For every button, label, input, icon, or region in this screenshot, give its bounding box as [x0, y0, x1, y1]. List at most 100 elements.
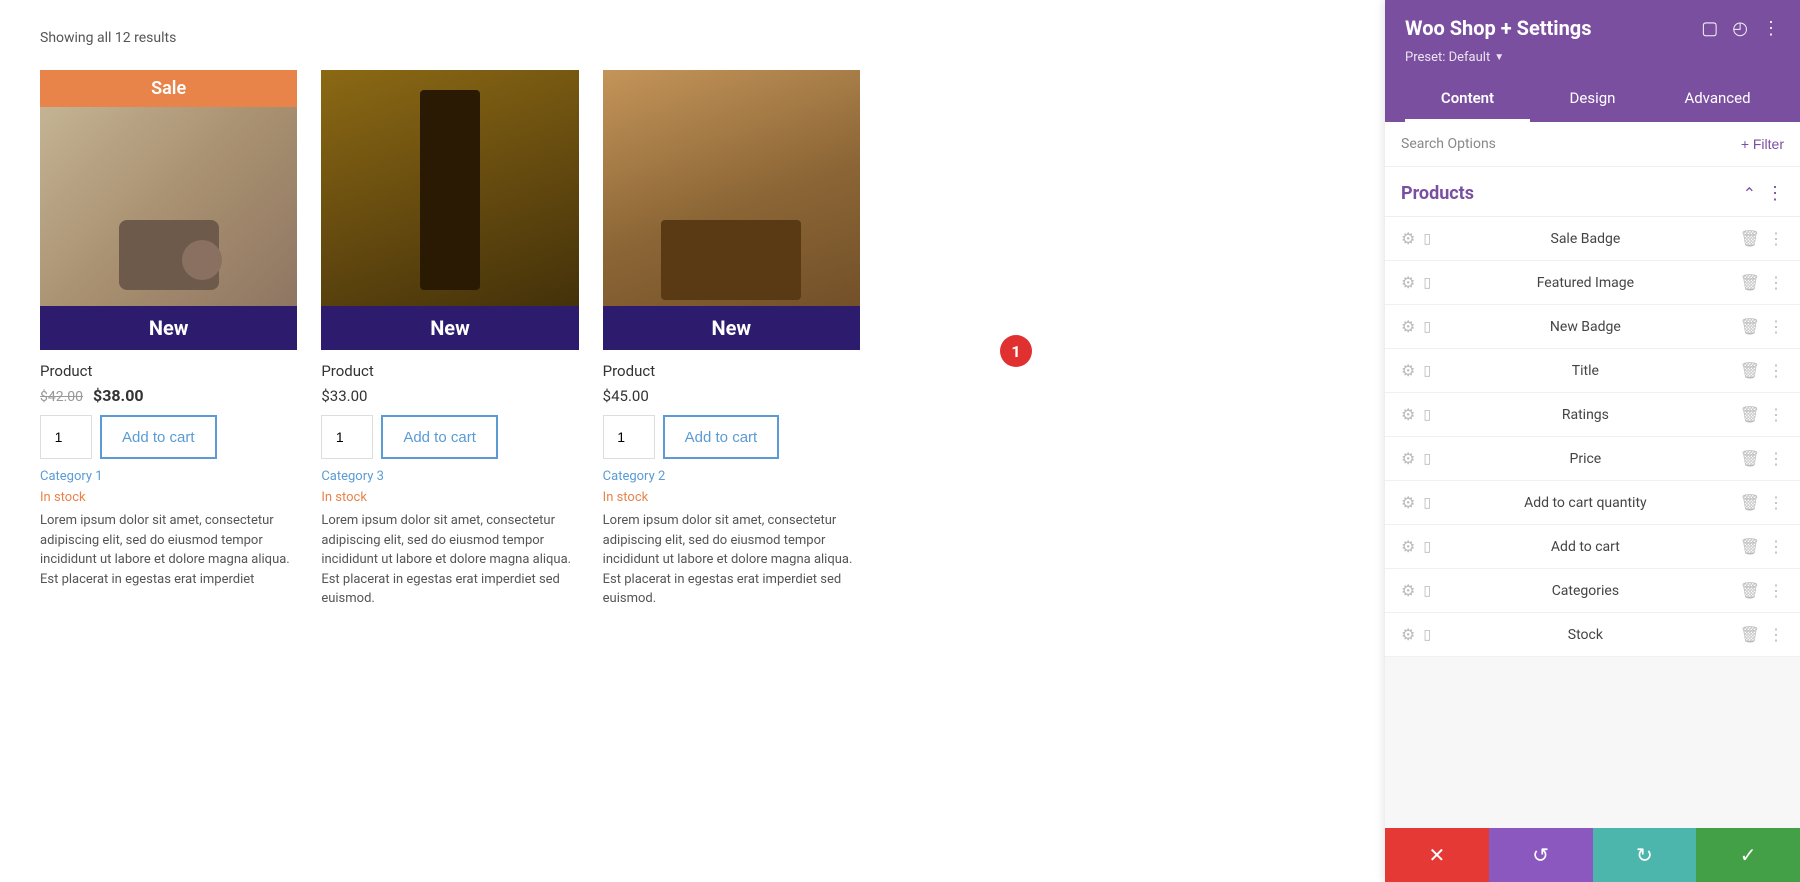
gear-icon-new-badge[interactable]: ⚙: [1401, 317, 1415, 336]
gear-icon-stock[interactable]: ⚙: [1401, 625, 1415, 644]
gear-icon-featured-image[interactable]: ⚙: [1401, 273, 1415, 292]
delete-icon-new-badge[interactable]: 🗑: [1740, 317, 1760, 336]
delete-icon-add-to-cart[interactable]: 🗑: [1740, 537, 1760, 556]
main-content: Showing all 12 results Sale New Product …: [0, 0, 1385, 882]
more-icon-sale-badge[interactable]: ⋮: [1768, 229, 1784, 248]
more-icon-add-to-cart[interactable]: ⋮: [1768, 537, 1784, 556]
panel-items-list: ⚙ ▯ Sale Badge 🗑 ⋮ ⚙ ▯ Featured Image 🗑 …: [1385, 217, 1800, 657]
delete-icon-featured-image[interactable]: 🗑: [1740, 273, 1760, 292]
panel-body: Search Options + Filter Products ⌃ ⋮ ⚙ ▯…: [1385, 122, 1800, 828]
item-label-add-to-cart-qty: Add to cart quantity: [1439, 495, 1732, 511]
delete-icon-title[interactable]: 🗑: [1740, 361, 1760, 380]
qty-input-3[interactable]: [603, 415, 655, 459]
item-label-new-badge: New Badge: [1439, 319, 1732, 335]
section-more-icon[interactable]: ⋮: [1766, 183, 1784, 204]
toolbar-undo-button[interactable]: ↺: [1489, 828, 1593, 882]
delete-icon-add-to-cart-qty[interactable]: 🗑: [1740, 493, 1760, 512]
copy-icon-categories[interactable]: ▯: [1423, 583, 1431, 599]
screenshot-icon[interactable]: ▢: [1701, 18, 1718, 39]
category-link-3[interactable]: Category 2: [603, 469, 860, 484]
delete-icon-stock[interactable]: 🗑: [1740, 625, 1760, 644]
product-image-3: New: [603, 70, 860, 350]
copy-icon-add-to-cart-qty[interactable]: ▯: [1423, 495, 1431, 511]
description-2: Lorem ipsum dolor sit amet, consectetur …: [321, 511, 578, 609]
gear-icon-price[interactable]: ⚙: [1401, 449, 1415, 468]
more-icon-categories[interactable]: ⋮: [1768, 581, 1784, 600]
toolbar-redo-button[interactable]: ↻: [1593, 828, 1697, 882]
more-icon-add-to-cart-qty[interactable]: ⋮: [1768, 493, 1784, 512]
panel-list-item-new-badge: ⚙ ▯ New Badge 🗑 ⋮: [1385, 305, 1800, 349]
tab-design[interactable]: Design: [1530, 77, 1655, 122]
copy-icon-add-to-cart[interactable]: ▯: [1423, 539, 1431, 555]
panel-list-item-categories: ⚙ ▯ Categories 🗑 ⋮: [1385, 569, 1800, 613]
item-label-categories: Categories: [1439, 583, 1732, 599]
add-to-cart-btn-2[interactable]: Add to cart: [381, 415, 498, 459]
qty-input-1[interactable]: [40, 415, 92, 459]
preset-arrow-icon[interactable]: ▼: [1494, 52, 1504, 63]
product-card: Sale New Product $42.00 $38.00 Add to ca…: [40, 70, 297, 621]
toolbar-save-button[interactable]: ✓: [1696, 828, 1800, 882]
add-to-cart-row-2: Add to cart: [321, 415, 578, 459]
copy-icon-ratings[interactable]: ▯: [1423, 407, 1431, 423]
layout-icon[interactable]: ◴: [1732, 18, 1748, 39]
item-label-add-to-cart: Add to cart: [1439, 539, 1732, 555]
more-options-icon[interactable]: ⋮: [1762, 18, 1780, 39]
search-filter-row: Search Options + Filter: [1385, 122, 1800, 167]
delete-icon-ratings[interactable]: 🗑: [1740, 405, 1760, 424]
sale-badge: Sale: [40, 70, 297, 107]
copy-icon-new-badge[interactable]: ▯: [1423, 319, 1431, 335]
tab-content[interactable]: Content: [1405, 77, 1530, 122]
save-icon: ✓: [1740, 843, 1757, 868]
toolbar-close-button[interactable]: ✕: [1385, 828, 1489, 882]
delete-icon-price[interactable]: 🗑: [1740, 449, 1760, 468]
add-to-cart-btn-1[interactable]: Add to cart: [100, 415, 217, 459]
more-icon-ratings[interactable]: ⋮: [1768, 405, 1784, 424]
in-stock-2: In stock: [321, 490, 578, 505]
gear-icon-categories[interactable]: ⚙: [1401, 581, 1415, 600]
copy-icon-featured-image[interactable]: ▯: [1423, 275, 1431, 291]
more-icon-new-badge[interactable]: ⋮: [1768, 317, 1784, 336]
results-count: Showing all 12 results: [40, 30, 1345, 46]
category-link-1[interactable]: Category 1: [40, 469, 297, 484]
category-link-2[interactable]: Category 3: [321, 469, 578, 484]
product-name-3: Product: [603, 362, 860, 380]
product-image-2: New: [321, 70, 578, 350]
description-1: Lorem ipsum dolor sit amet, consectetur …: [40, 511, 297, 589]
products-section-title: Products: [1401, 183, 1474, 204]
copy-icon-sale-badge[interactable]: ▯: [1423, 231, 1431, 247]
more-icon-price[interactable]: ⋮: [1768, 449, 1784, 468]
product-info-2: Product $33.00 Add to cart Category 3 In…: [321, 350, 578, 621]
panel-tabs: Content Design Advanced: [1405, 77, 1780, 122]
gear-icon-add-to-cart[interactable]: ⚙: [1401, 537, 1415, 556]
products-section-header: Products ⌃ ⋮: [1385, 167, 1800, 217]
delete-icon-categories[interactable]: 🗑: [1740, 581, 1760, 600]
product-image-1: Sale New: [40, 70, 297, 350]
gear-icon-add-to-cart-qty[interactable]: ⚙: [1401, 493, 1415, 512]
item-label-ratings: Ratings: [1439, 407, 1732, 423]
panel-list-item-stock: ⚙ ▯ Stock 🗑 ⋮: [1385, 613, 1800, 657]
copy-icon-price[interactable]: ▯: [1423, 451, 1431, 467]
more-icon-stock[interactable]: ⋮: [1768, 625, 1784, 644]
gear-icon-sale-badge[interactable]: ⚙: [1401, 229, 1415, 248]
product-name-2: Product: [321, 362, 578, 380]
add-to-cart-btn-3[interactable]: Add to cart: [663, 415, 780, 459]
more-icon-title[interactable]: ⋮: [1768, 361, 1784, 380]
delete-icon-sale-badge[interactable]: 🗑: [1740, 229, 1760, 248]
item-label-sale-badge: Sale Badge: [1439, 231, 1732, 247]
panel-list-item-sale-badge: ⚙ ▯ Sale Badge 🗑 ⋮: [1385, 217, 1800, 261]
filter-button[interactable]: + Filter: [1741, 136, 1784, 152]
gear-icon-title[interactable]: ⚙: [1401, 361, 1415, 380]
in-stock-3: In stock: [603, 490, 860, 505]
gear-icon-ratings[interactable]: ⚙: [1401, 405, 1415, 424]
product-price-1: $42.00 $38.00: [40, 386, 297, 405]
panel-list-item-ratings: ⚙ ▯ Ratings 🗑 ⋮: [1385, 393, 1800, 437]
copy-icon-stock[interactable]: ▯: [1423, 627, 1431, 643]
qty-input-2[interactable]: [321, 415, 373, 459]
more-icon-featured-image[interactable]: ⋮: [1768, 273, 1784, 292]
panel-list-item-add-to-cart: ⚙ ▯ Add to cart 🗑 ⋮: [1385, 525, 1800, 569]
tab-advanced[interactable]: Advanced: [1655, 77, 1780, 122]
chevron-up-icon[interactable]: ⌃: [1743, 184, 1756, 203]
copy-icon-title[interactable]: ▯: [1423, 363, 1431, 379]
product-info-1: Product $42.00 $38.00 Add to cart Catego…: [40, 350, 297, 601]
product-card-2: New Product $33.00 Add to cart Category …: [321, 70, 578, 621]
